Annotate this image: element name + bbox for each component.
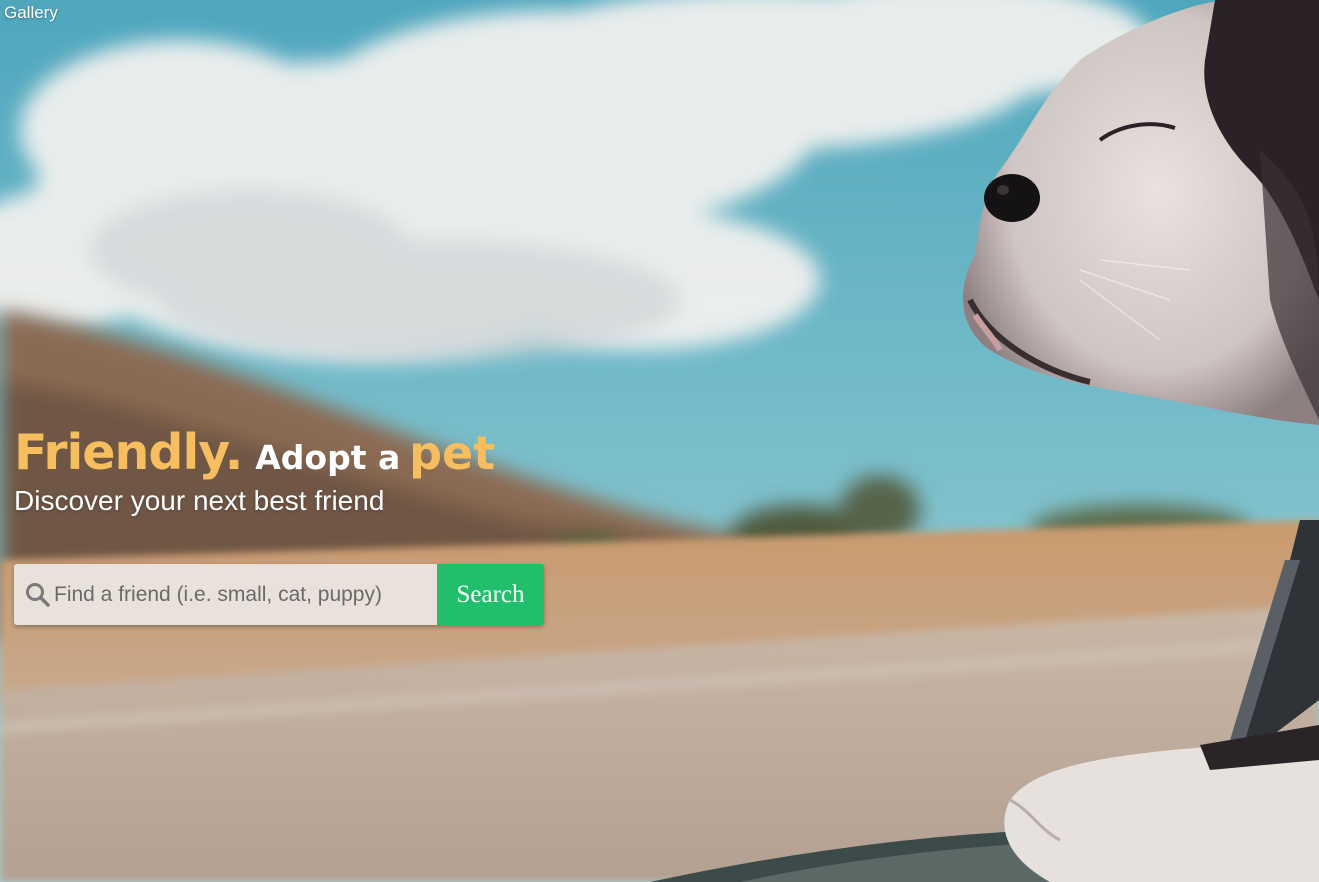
search-button[interactable]: Search (437, 564, 544, 625)
headline-adopt: Adopt a (255, 438, 401, 477)
search-input[interactable] (52, 582, 424, 607)
search-icon (26, 582, 50, 607)
search-form: Search (14, 564, 544, 625)
hero-subheadline: Discover your next best friend (14, 485, 385, 516)
headline-friendly: Friendly. (14, 424, 243, 481)
gallery-link[interactable]: Gallery (4, 3, 58, 23)
search-field (14, 564, 437, 625)
headline-pet: pet (409, 426, 496, 480)
hero-headline: Friendly. Adopt a pet (14, 428, 495, 477)
hero-section: Gallery Friendly. Adopt a pet Discover y… (0, 0, 1319, 882)
